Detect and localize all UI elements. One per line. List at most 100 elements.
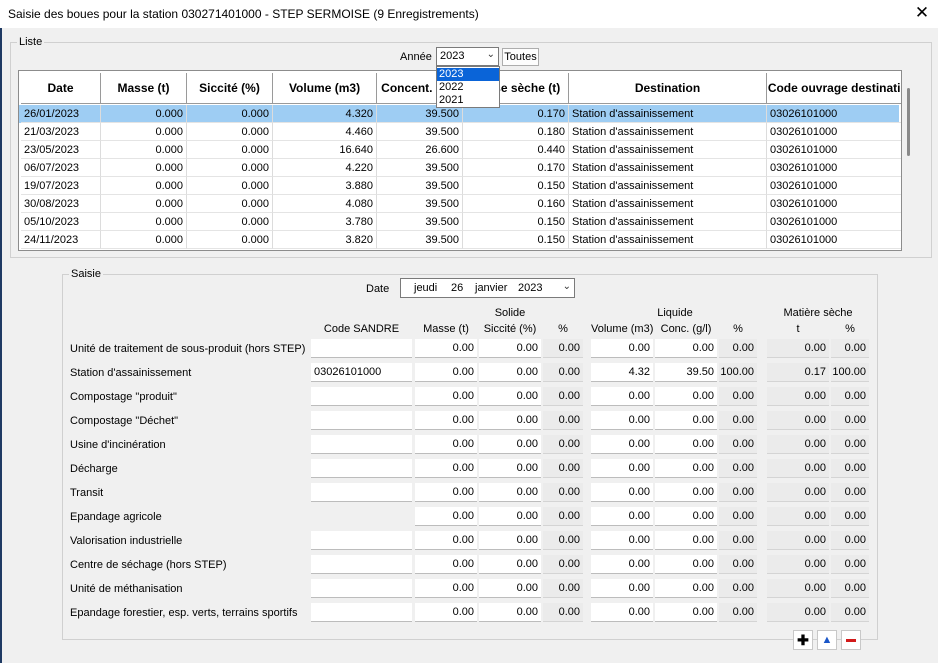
code-sandre-input[interactable] [311,531,412,550]
table-row[interactable]: 06/07/2023 0.000 0.000 4.220 39.500 0.170 Stat… [19,159,901,177]
close-icon[interactable]: ✕ [908,2,936,24]
value-input[interactable]: 0.00 [655,579,717,598]
code-sandre-input[interactable] [311,339,412,358]
value-input[interactable]: 0.00 [591,579,653,598]
value-input[interactable]: 0.00 [655,339,717,358]
code-sandre-input[interactable] [311,483,412,502]
table-cell: 30/08/2023 [21,195,101,213]
value-input[interactable]: 0.00 [415,579,477,598]
value-input[interactable]: 0.00 [591,411,653,430]
code-sandre-input[interactable] [311,555,412,574]
value-input[interactable]: 0.00 [591,387,653,406]
code-sandre-input[interactable] [311,459,412,478]
value-input[interactable]: 0.00 [655,435,717,454]
value-input[interactable]: 0.00 [591,531,653,550]
value-input[interactable]: 0.00 [415,507,477,526]
value-input[interactable]: 0.00 [479,531,541,550]
value-input[interactable]: 0.00 [415,363,477,382]
table-cell: Station d'assainissement [569,105,767,123]
move-up-icon[interactable]: ▲ [817,630,837,650]
value-input[interactable]: 0.00 [655,387,717,406]
value-input[interactable]: 0.00 [479,579,541,598]
value-input[interactable]: 0.00 [655,459,717,478]
value-input[interactable]: 39.50 [655,363,717,382]
year-select[interactable]: 2023 ⌄ [436,47,499,66]
value-input[interactable]: 0.00 [415,483,477,502]
value-input[interactable]: 0.00 [591,555,653,574]
value-input[interactable]: 0.00 [655,603,717,622]
table-row[interactable]: 19/07/2023 0.000 0.000 3.880 39.500 0.150 Stat… [19,177,901,195]
grid-column-header[interactable]: Destination [569,73,767,104]
value-input[interactable]: 0.00 [655,531,717,550]
value-input[interactable]: 0.00 [479,411,541,430]
value-input[interactable]: 0.00 [415,531,477,550]
remove-icon[interactable]: ▬ [841,630,861,650]
value-input[interactable]: 0.00 [591,339,653,358]
grid-column-header[interactable]: Date [21,73,101,104]
table-row[interactable]: 05/10/2023 0.000 0.000 3.780 39.500 0.150 Stat… [19,213,901,231]
value-input[interactable]: 0.00 [479,555,541,574]
value-input[interactable]: 4.32 [591,363,653,382]
value-input[interactable]: 0.00 [591,435,653,454]
table-cell: 0.000 [187,177,273,195]
value-input[interactable]: 0.00 [591,603,653,622]
year-option[interactable]: 2021 [437,94,499,107]
year-option[interactable]: 2022 [437,81,499,94]
computed-value: 0.00 [719,435,757,454]
date-year[interactable]: 2023 [518,282,542,294]
value-input[interactable]: 0.00 [479,507,541,526]
code-sandre-input[interactable] [311,579,412,598]
value-input[interactable]: 0.00 [415,411,477,430]
value-input[interactable]: 0.00 [415,555,477,574]
grid-column-header[interactable]: Siccité (%) [187,73,273,104]
value-input[interactable]: 0.00 [655,483,717,502]
destination-row-label: Compostage "produit" [70,391,177,403]
value-input[interactable]: 0.00 [479,483,541,502]
table-cell: 0.000 [101,123,187,141]
date-day[interactable]: 26 [451,282,463,294]
destination-row-label: Compostage "Déchet" [70,415,179,427]
table-row[interactable]: 24/11/2023 0.000 0.000 3.820 39.500 0.150 Stat… [19,231,901,249]
computed-value: 0.00 [543,459,583,478]
value-input[interactable]: 0.00 [415,603,477,622]
table-row[interactable]: 21/03/2023 0.000 0.000 4.460 39.500 0.180 Stat… [19,123,901,141]
value-input[interactable]: 0.00 [415,339,477,358]
code-sandre-input[interactable] [311,435,412,454]
grid-scrollbar[interactable] [907,88,910,156]
value-input[interactable]: 0.00 [591,459,653,478]
value-input[interactable]: 0.00 [479,387,541,406]
col-code-sandre: Code SANDRE [323,323,400,335]
value-input[interactable]: 0.00 [591,507,653,526]
toutes-button[interactable]: Toutes [502,48,539,66]
add-icon[interactable]: ✚ [793,630,813,650]
code-sandre-input[interactable] [311,411,412,430]
table-row[interactable]: 23/05/2023 0.000 0.000 16.640 26.600 0.440 Sta… [19,141,901,159]
table-row[interactable]: 30/08/2023 0.000 0.000 4.080 39.500 0.160 Stat… [19,195,901,213]
year-option[interactable]: 2023 [437,68,499,81]
code-sandre-input[interactable] [311,387,412,406]
date-weekday[interactable]: jeudi [414,282,437,294]
date-month[interactable]: janvier [475,282,507,294]
computed-value: 0.00 [719,531,757,550]
col-volume: Volume (m3) [591,323,654,335]
code-sandre-input[interactable]: 03026101000 [311,363,412,382]
value-input[interactable]: 0.00 [479,339,541,358]
value-input[interactable]: 0.00 [479,603,541,622]
value-input[interactable]: 0.00 [415,435,477,454]
code-sandre-input[interactable] [311,603,412,622]
grid-column-header[interactable]: Masse (t) [101,73,187,104]
value-input[interactable]: 0.00 [479,435,541,454]
value-input[interactable]: 0.00 [655,411,717,430]
value-input[interactable]: 0.00 [415,387,477,406]
grid-column-header[interactable]: Code ouvrage destination [767,73,901,104]
value-input[interactable]: 0.00 [479,363,541,382]
date-picker[interactable]: jeudi 26 janvier 2023 ⌄ [400,278,575,298]
value-input[interactable]: 0.00 [415,459,477,478]
value-input[interactable]: 0.00 [479,459,541,478]
year-dropdown-list[interactable]: 2023 2022 2021 [436,66,500,108]
grid-column-header[interactable]: Volume (m3) [273,73,377,104]
value-input[interactable]: 0.00 [655,555,717,574]
value-input[interactable]: 0.00 [655,507,717,526]
value-input[interactable]: 0.00 [591,483,653,502]
matiere-seche-group-header: Matière sèche [783,307,853,319]
